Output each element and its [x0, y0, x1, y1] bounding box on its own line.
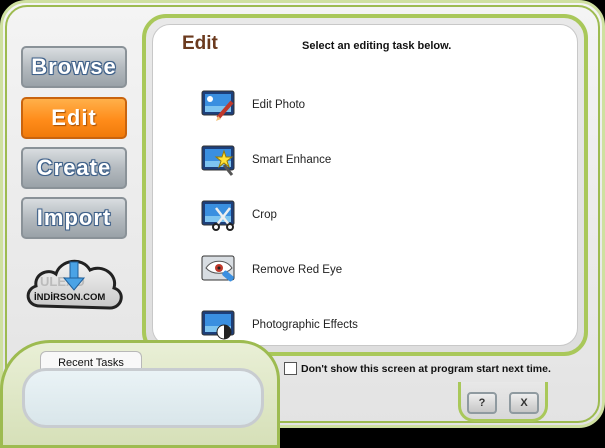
close-button[interactable]: X — [509, 392, 539, 414]
logo-site-text: İNDİRSON.COM — [34, 292, 105, 303]
task-label: Crop — [252, 209, 277, 221]
task-label: Edit Photo — [252, 99, 306, 111]
task-remove-red-eye[interactable]: Remove Red Eye — [200, 250, 342, 290]
task-edit-photo[interactable]: Edit Photo — [200, 85, 305, 125]
task-crop[interactable]: Crop — [200, 195, 277, 235]
app-logo: ULEAD İNDİRSON.COM — [22, 246, 126, 320]
help-button[interactable]: ? — [467, 392, 497, 414]
task-label: Remove Red Eye — [252, 264, 343, 276]
nav-browse-button[interactable]: Browse — [21, 46, 127, 88]
nav-import-button[interactable]: Import — [21, 197, 127, 239]
red-eye-icon — [200, 253, 238, 287]
smart-enhance-icon — [200, 143, 238, 177]
photo-effects-icon — [200, 308, 238, 342]
task-photographic-effects[interactable]: Photographic Effects — [200, 305, 358, 345]
nav-edit-button[interactable]: Edit — [21, 97, 127, 139]
page-title: Edit — [182, 33, 218, 54]
task-label: Photographic Effects — [252, 319, 358, 331]
crop-icon — [200, 198, 238, 232]
task-label: Smart Enhance — [252, 154, 332, 166]
dont-show-label: Don't show this screen at program start … — [301, 362, 551, 375]
recent-tasks-list[interactable] — [22, 368, 264, 428]
dont-show-checkbox-row[interactable]: Don't show this screen at program start … — [284, 362, 551, 375]
page-subtitle: Select an editing task below. — [302, 40, 452, 52]
task-smart-enhance[interactable]: Smart Enhance — [200, 140, 331, 180]
dont-show-checkbox[interactable] — [284, 362, 297, 375]
nav-create-button[interactable]: Create — [21, 147, 127, 189]
edit-photo-icon — [200, 88, 238, 122]
